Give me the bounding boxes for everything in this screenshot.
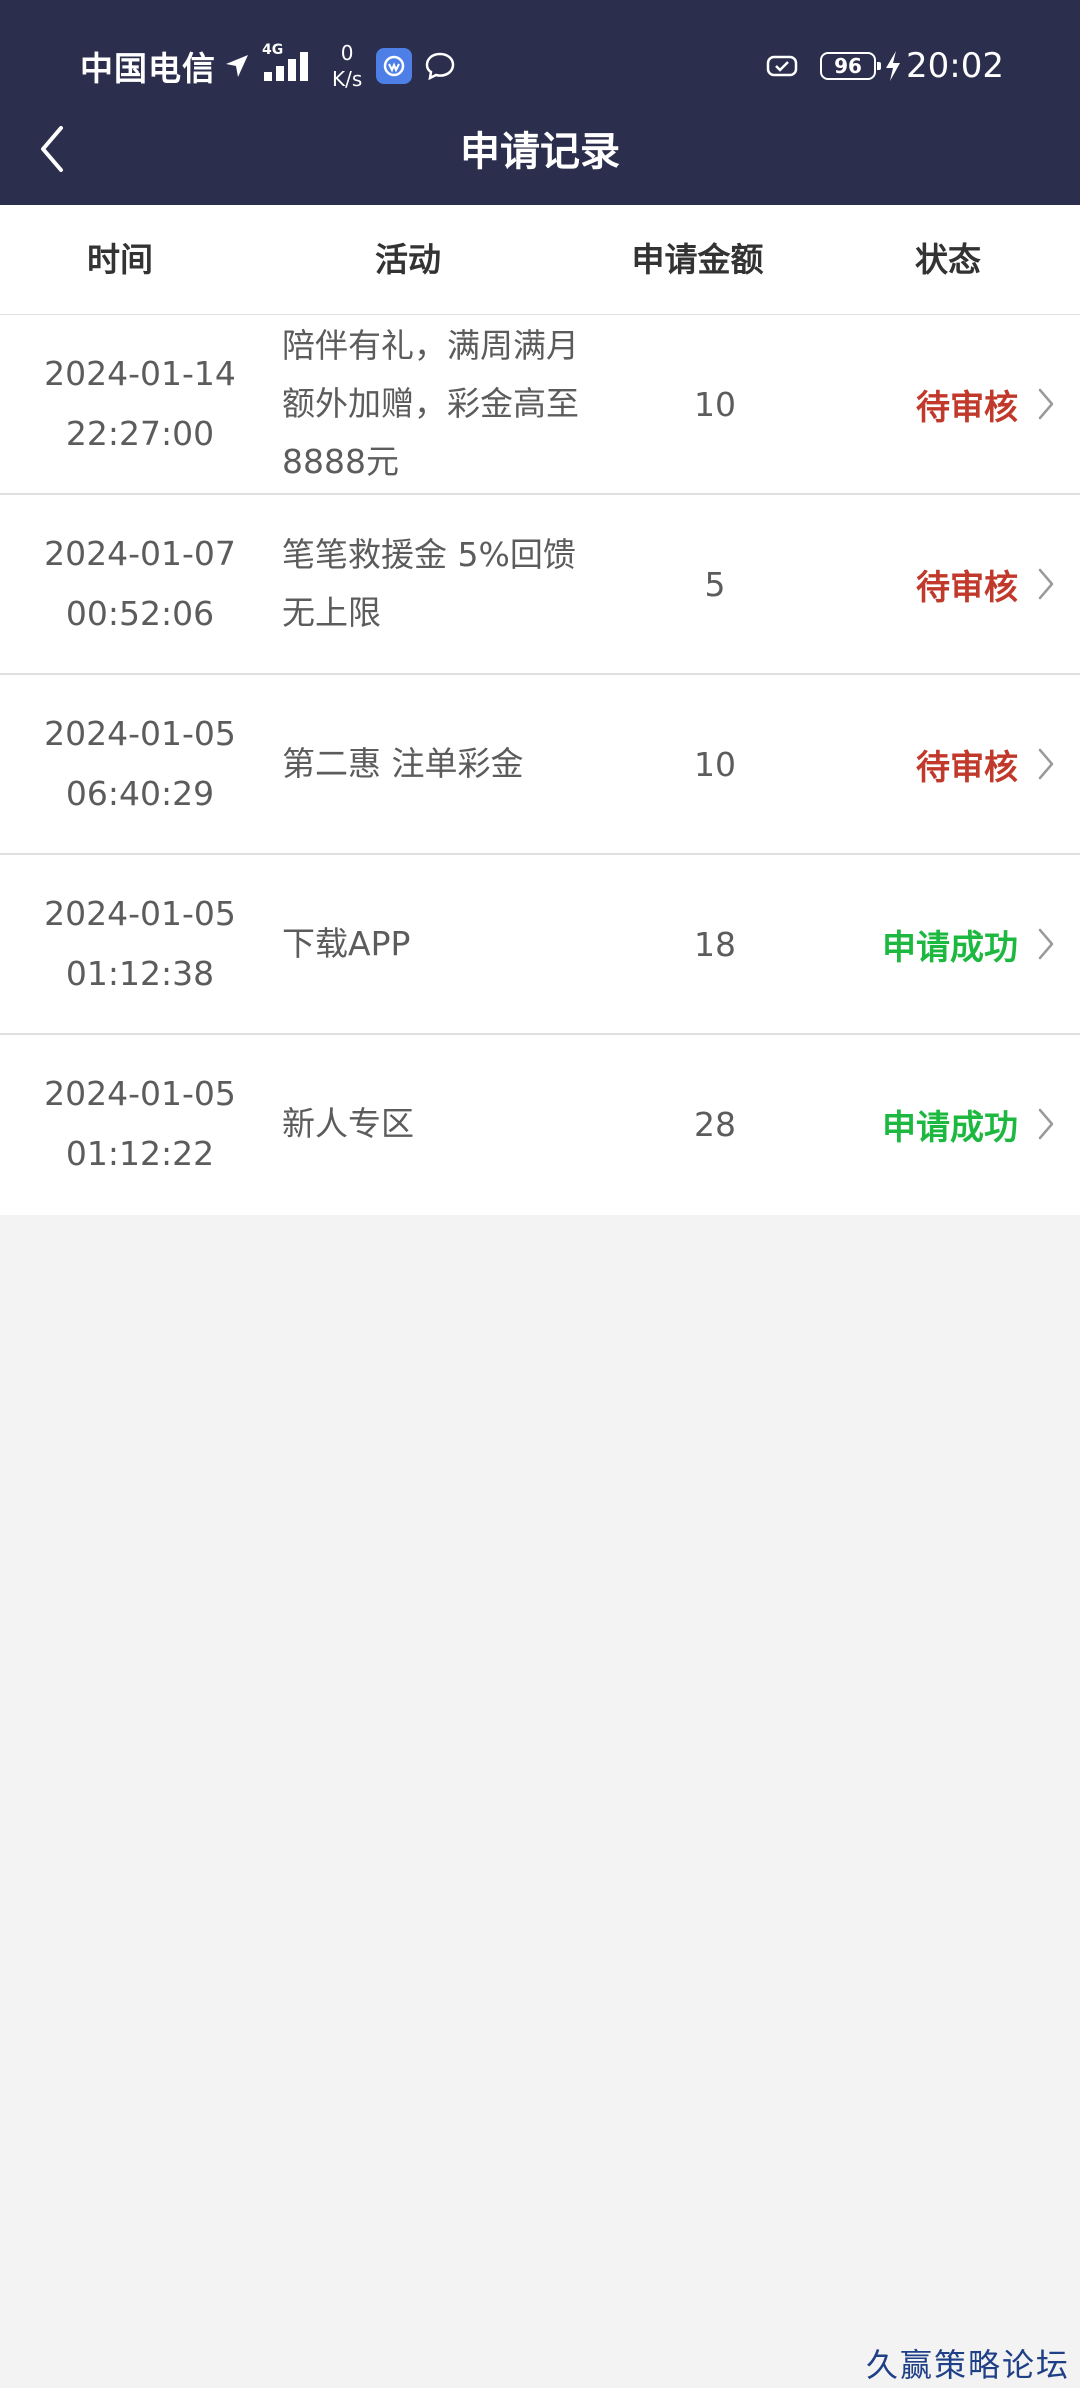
record-row[interactable]: 2024-01-07 00:52:06 笔笔救援金 5%回馈无上限 5 待审核 bbox=[0, 495, 1080, 675]
record-amount: 18 bbox=[694, 924, 736, 964]
column-header-time: 时间 bbox=[87, 240, 153, 279]
record-time: 00:52:06 bbox=[65, 594, 215, 633]
record-activity: 陪伴有礼，满周满月额外加赠，彩金高至8888元 bbox=[282, 326, 579, 481]
record-datetime: 2024-01-05 01:12:38 bbox=[30, 855, 250, 1033]
column-header-amount: 申请金额 bbox=[631, 240, 764, 279]
record-row[interactable]: 2024-01-14 22:27:00 陪伴有礼，满周满月额外加赠，彩金高至88… bbox=[0, 315, 1080, 495]
chevron-right-icon bbox=[1036, 746, 1056, 782]
record-datetime: 2024-01-05 01:12:22 bbox=[30, 1035, 250, 1213]
location-arrow-icon bbox=[224, 53, 250, 79]
record-status: 申请成功 bbox=[882, 1107, 1018, 1148]
status-clock: 20:02 bbox=[906, 46, 1004, 86]
record-status: 待审核 bbox=[916, 387, 1018, 428]
record-amount: 10 bbox=[694, 744, 736, 784]
column-header-activity: 活动 bbox=[375, 240, 441, 279]
records-list: 2024-01-14 22:27:00 陪伴有礼，满周满月额外加赠，彩金高至88… bbox=[0, 315, 1080, 1215]
record-time: 01:12:22 bbox=[65, 1134, 215, 1173]
record-date: 2024-01-05 bbox=[44, 1074, 236, 1113]
battery-level: 96 bbox=[834, 54, 862, 78]
record-datetime: 2024-01-05 06:40:29 bbox=[30, 675, 250, 853]
page-title: 申请记录 bbox=[460, 129, 620, 175]
record-time: 06:40:29 bbox=[65, 774, 215, 813]
record-activity: 第二惠 注单彩金 bbox=[282, 744, 524, 783]
record-datetime: 2024-01-14 22:27:00 bbox=[30, 315, 250, 493]
status-bar-right: 96 20:02 bbox=[764, 38, 1004, 94]
forum-watermark: 久赢策略论坛 bbox=[865, 2346, 1070, 2384]
status-bar: 中国电信 4G 0 K/s 96 20:02 bbox=[0, 0, 1080, 130]
record-amount: 10 bbox=[694, 384, 736, 424]
carrier-name: 中国电信 bbox=[80, 49, 216, 88]
network-speed-unit: K/s bbox=[332, 67, 363, 91]
record-time: 22:27:00 bbox=[65, 414, 215, 453]
charging-bolt-icon bbox=[884, 50, 902, 82]
app-header: 中国电信 4G 0 K/s 96 20:02 申请记录 bbox=[0, 0, 1080, 205]
table-header: 时间 活动 申请金额 状态 bbox=[0, 205, 1080, 315]
record-activity: 新人专区 bbox=[282, 1104, 414, 1143]
record-status: 待审核 bbox=[916, 567, 1018, 608]
record-activity: 下载APP bbox=[282, 924, 411, 963]
chevron-right-icon bbox=[1036, 566, 1056, 602]
network-speed-value: 0 bbox=[340, 41, 354, 65]
record-amount: 28 bbox=[694, 1104, 736, 1144]
record-row[interactable]: 2024-01-05 01:12:22 新人专区 28 申请成功 bbox=[0, 1035, 1080, 1215]
record-datetime: 2024-01-07 00:52:06 bbox=[30, 495, 250, 673]
record-row[interactable]: 2024-01-05 01:12:38 下载APP 18 申请成功 bbox=[0, 855, 1080, 1035]
app-notification-icon bbox=[376, 48, 413, 84]
vibrate-mode-icon bbox=[764, 54, 800, 78]
chevron-right-icon bbox=[1036, 1106, 1056, 1142]
record-status: 待审核 bbox=[916, 747, 1018, 788]
battery-icon: 96 bbox=[820, 52, 882, 80]
record-activity: 笔笔救援金 5%回馈无上限 bbox=[282, 535, 576, 632]
record-status: 申请成功 bbox=[882, 927, 1018, 968]
network-speed: 0 K/s bbox=[332, 40, 362, 92]
record-date: 2024-01-05 bbox=[44, 714, 236, 753]
column-header-status: 状态 bbox=[915, 240, 981, 279]
record-amount: 5 bbox=[704, 564, 726, 604]
record-date: 2024-01-07 bbox=[44, 534, 236, 573]
record-row[interactable]: 2024-01-05 06:40:29 第二惠 注单彩金 10 待审核 bbox=[0, 675, 1080, 855]
record-date: 2024-01-14 bbox=[44, 354, 236, 393]
chat-bubble-icon bbox=[424, 50, 456, 82]
record-date: 2024-01-05 bbox=[44, 894, 236, 933]
chevron-right-icon bbox=[1036, 386, 1056, 422]
network-type-label: 4G bbox=[262, 42, 284, 58]
record-time: 01:12:38 bbox=[65, 954, 215, 993]
chevron-right-icon bbox=[1036, 926, 1056, 962]
status-bar-left: 中国电信 4G 0 K/s bbox=[80, 38, 456, 94]
signal-strength-icon: 4G bbox=[262, 42, 312, 82]
